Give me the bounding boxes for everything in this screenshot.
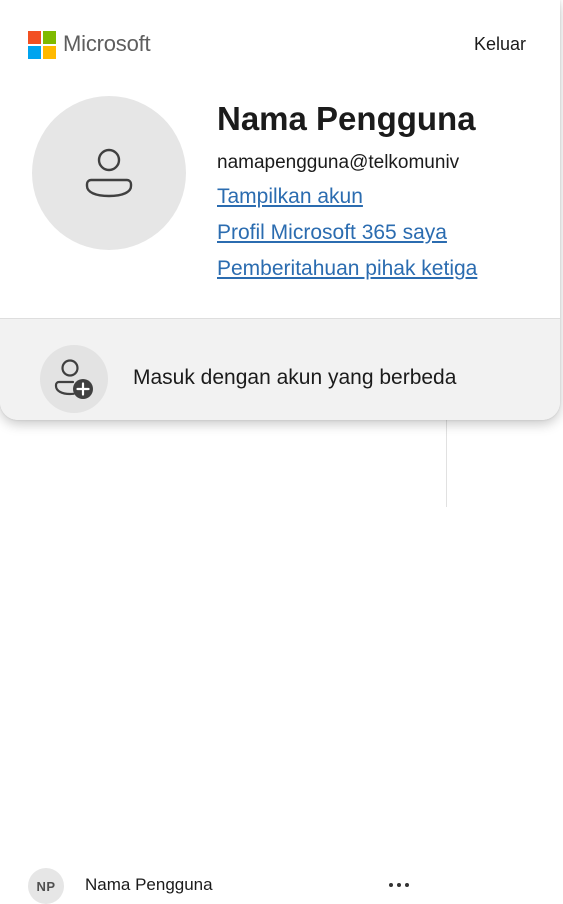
more-horizontal-icon[interactable] (382, 873, 416, 897)
account-list-name: Nama Pengguna (85, 875, 213, 894)
content-divider (446, 410, 447, 507)
initials-avatar: NP (28, 868, 64, 904)
sign-in-different-account-label: Masuk dengan akun yang berbeda (133, 366, 457, 389)
account-email: namapengguna@telkomuniv (217, 152, 460, 173)
microsoft-logo-icon (28, 31, 56, 59)
person-icon (85, 148, 133, 198)
signout-link[interactable]: Keluar (474, 34, 526, 55)
brand-name: Microsoft (63, 31, 151, 56)
account-avatar[interactable] (32, 96, 186, 250)
view-account-link[interactable]: Tampilkan akun (217, 185, 363, 209)
account-list-item[interactable]: NP Nama Pengguna (0, 420, 446, 904)
sign-in-different-account-button[interactable]: Masuk dengan akun yang berbeda (0, 318, 560, 420)
third-party-notices-link[interactable]: Pemberitahuan pihak ketiga (217, 257, 477, 281)
account-display-name: Nama Pengguna (217, 100, 476, 137)
person-add-icon (54, 359, 93, 399)
account-manager-card: Microsoft Keluar Nama Pengguna namapengg… (0, 0, 560, 420)
m365-profile-link[interactable]: Profil Microsoft 365 saya (217, 221, 447, 245)
person-add-avatar (40, 345, 108, 413)
